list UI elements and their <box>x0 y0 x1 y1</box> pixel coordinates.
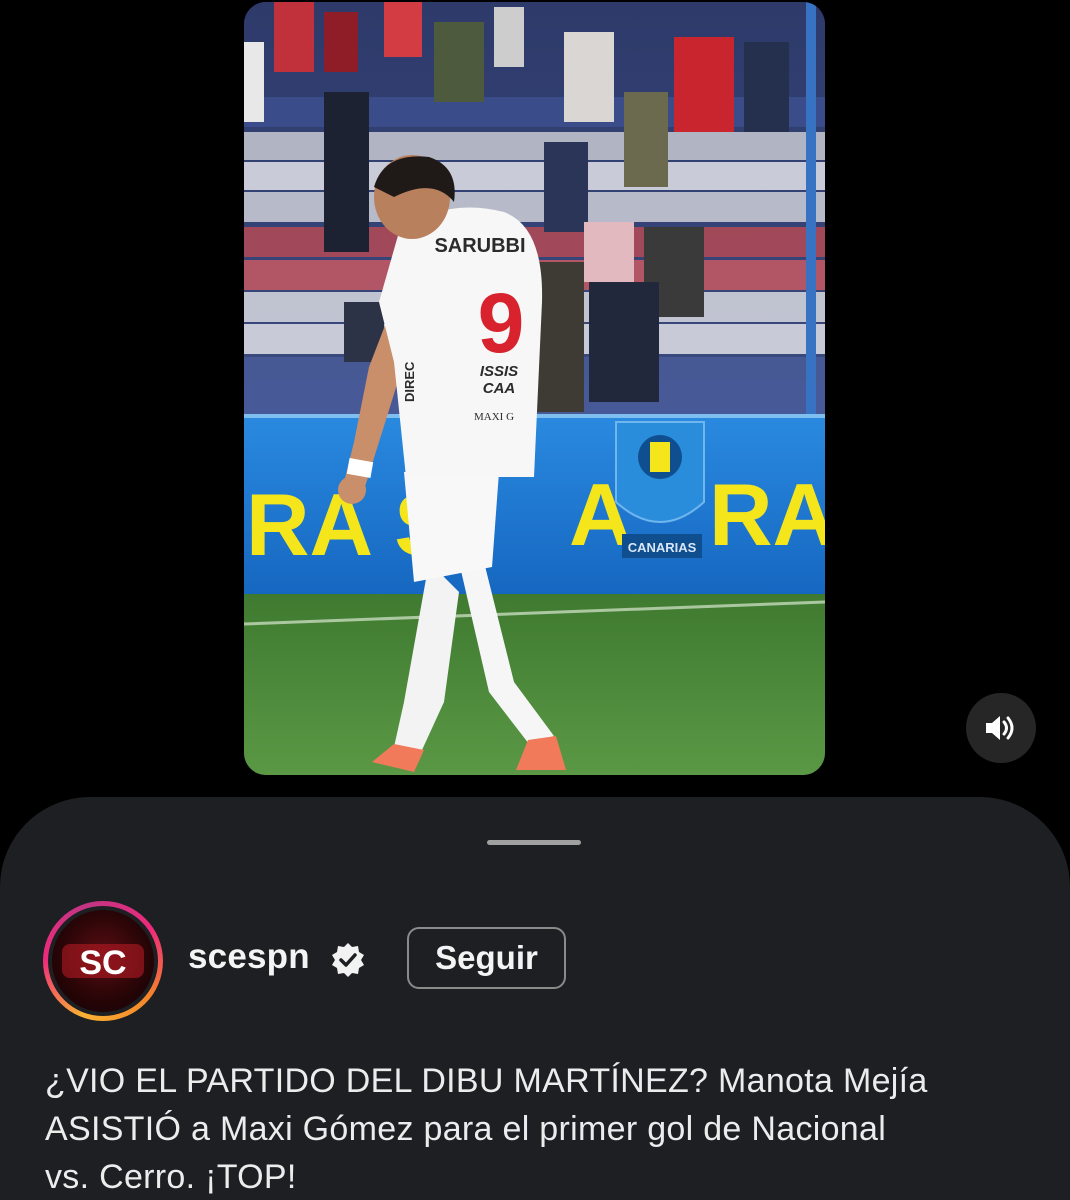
crest-icon: CANARIAS <box>615 421 705 558</box>
caption-line: vs. Cerro. ¡TOP! <box>45 1158 297 1196</box>
username[interactable]: scespn <box>188 937 310 977</box>
jersey-sponsor-3: MAXI G <box>474 411 514 423</box>
jersey-name: SARUBBI <box>434 235 525 257</box>
post-caption: ¿VIO EL PARTIDO DEL DIBU MARTÍNEZ? Manot… <box>45 1057 1035 1200</box>
jersey-number: 9 <box>478 276 525 370</box>
verified-badge-icon <box>332 943 364 977</box>
reel-video[interactable]: RA S A RA CANARIAS SARUBBI 9 ISSIS CAA M… <box>244 2 825 775</box>
avatar[interactable]: SC <box>43 901 163 1021</box>
drag-handle[interactable] <box>487 840 581 845</box>
speaker-icon <box>986 716 1014 740</box>
crest-label: CANARIAS <box>628 540 697 555</box>
caption-line: ¿VIO EL PARTIDO DEL DIBU MARTÍNEZ? Manot… <box>45 1062 928 1100</box>
jersey-sponsor-2: CAA <box>483 380 516 397</box>
video-frame: RA S A RA CANARIAS SARUBBI 9 ISSIS CAA M… <box>244 2 825 775</box>
jersey-sponsor-1: ISSIS <box>480 363 518 380</box>
screen: RA S A RA CANARIAS SARUBBI 9 ISSIS CAA M… <box>0 0 1070 1200</box>
board-text-right: RA <box>709 465 825 564</box>
sportscenter-logo-icon: SC <box>62 944 144 982</box>
post-info-sheet: SC scespn Seguir ¿VIO EL PARTIDO DEL DIB… <box>0 797 1070 1200</box>
goal-post <box>806 2 816 414</box>
avatar-image: SC <box>52 910 154 1012</box>
mute-button[interactable] <box>966 693 1036 763</box>
jersey-sleeve: DIREC <box>402 361 417 402</box>
caption-line: ASISTIÓ a Maxi Gómez para el primer gol … <box>45 1110 887 1148</box>
follow-button[interactable]: Seguir <box>407 927 566 989</box>
avatar-text: SC <box>79 944 126 982</box>
